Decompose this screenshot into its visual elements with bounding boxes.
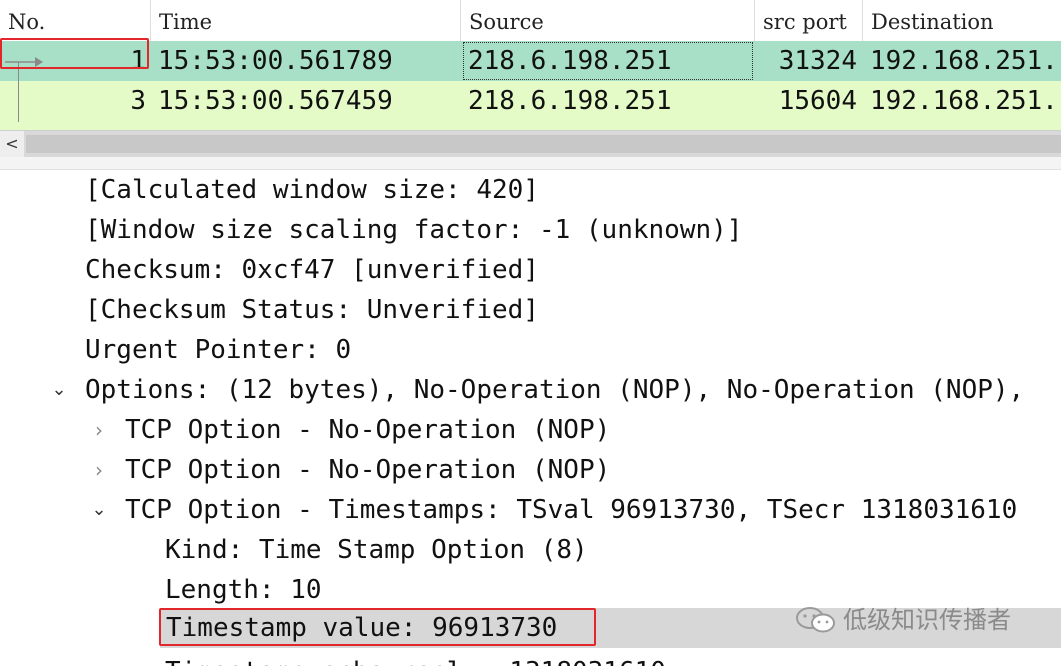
watermark-text: 低级知识传播者 (843, 606, 1011, 634)
packet-list-empty-area (0, 121, 1061, 130)
scrollbar-thumb[interactable] (26, 135, 1061, 153)
pane-splitter[interactable] (0, 157, 1061, 170)
detail-line-kind[interactable]: Kind: Time Stamp Option (8) (0, 530, 1061, 570)
detail-text: [Window size scaling factor: -1 (unknown… (85, 215, 743, 245)
chevron-down-icon[interactable]: ⌄ (49, 370, 69, 410)
detail-text: TCP Option - Timestamps: TSval 96913730,… (125, 495, 1018, 525)
detail-text: TCP Option - No-Operation (NOP) (125, 455, 611, 485)
detail-text: Timestamp echo reply: 1318031610 (165, 657, 666, 666)
detail-text: Checksum: 0xcf47 [unverified] (85, 255, 539, 285)
cell-destination: 192.168.251. (870, 86, 1058, 116)
detail-line-checksum[interactable]: Checksum: 0xcf47 [unverified] (0, 250, 1061, 290)
wechat-logo-icon (796, 607, 835, 633)
detail-line-checksum-status[interactable]: [Checksum Status: Unverified] (0, 290, 1061, 330)
detail-text: TCP Option - No-Operation (NOP) (125, 415, 611, 445)
cell-source: 218.6.198.251 (468, 86, 672, 116)
packet-list-pane: No. Time Source src port Destination 1 1… (0, 0, 1061, 130)
focus-cell-outline (463, 42, 753, 80)
detail-text: Kind: Time Stamp Option (8) (165, 535, 588, 565)
detail-line-timestamp-echo-reply[interactable]: Timestamp echo reply: 1318031610 (165, 652, 666, 666)
chevron-right-icon[interactable]: › (89, 410, 109, 450)
column-header-time[interactable]: Time (151, 0, 461, 41)
highlight-box-packet-number (0, 38, 149, 69)
wireshark-window: No. Time Source src port Destination 1 1… (0, 0, 1061, 666)
column-header-no[interactable]: No. (0, 0, 151, 41)
cell-time: 15:53:00.561789 (158, 46, 393, 76)
detail-line-window-scaling-factor[interactable]: [Window size scaling factor: -1 (unknown… (0, 210, 1061, 250)
detail-line-tcp-option-nop[interactable]: › TCP Option - No-Operation (NOP) (0, 450, 1061, 490)
packet-row[interactable]: 3 15:53:00.567459 218.6.198.251 15604 19… (0, 81, 1061, 121)
scroll-left-arrow-icon[interactable]: < (0, 131, 24, 157)
detail-text: Length: 10 (165, 575, 322, 605)
highlight-box-timestamp-value (159, 608, 596, 646)
detail-line-tcp-option-nop[interactable]: › TCP Option - No-Operation (NOP) (0, 410, 1061, 450)
related-packet-line (18, 62, 19, 122)
detail-text: Urgent Pointer: 0 (85, 335, 352, 365)
packet-row-selected[interactable]: 1 15:53:00.561789 218.6.198.251 31324 19… (0, 41, 1061, 81)
detail-text: Options: (12 bytes), No-Operation (NOP),… (85, 375, 1025, 405)
chevron-down-icon[interactable]: ⌄ (89, 490, 109, 530)
detail-text: [Calculated window size: 420] (85, 175, 539, 205)
cell-time: 15:53:00.567459 (158, 86, 393, 116)
detail-line-calculated-window-size[interactable]: [Calculated window size: 420] (0, 170, 1061, 210)
chevron-right-icon[interactable]: › (89, 450, 109, 490)
cell-src-port: 31324 (778, 46, 857, 76)
cell-no: 3 (130, 86, 146, 116)
packet-list-horizontal-scrollbar[interactable]: < (0, 130, 1061, 157)
detail-line-options[interactable]: ⌄ Options: (12 bytes), No-Operation (NOP… (0, 370, 1061, 410)
detail-line-urgent-pointer[interactable]: Urgent Pointer: 0 (0, 330, 1061, 370)
cell-destination: 192.168.251. (870, 46, 1058, 76)
detail-text: [Checksum Status: Unverified] (85, 295, 539, 325)
cell-src-port: 15604 (778, 86, 857, 116)
wechat-watermark: 低级知识传播者 (795, 600, 1035, 640)
packet-list-header: No. Time Source src port Destination (0, 0, 1061, 42)
column-header-source[interactable]: Source (461, 0, 755, 41)
detail-line-tcp-option-timestamps[interactable]: ⌄ TCP Option - Timestamps: TSval 9691373… (0, 490, 1061, 530)
column-header-src-port[interactable]: src port (755, 0, 863, 41)
column-header-destination[interactable]: Destination (863, 0, 1061, 41)
packet-details-pane: [Calculated window size: 420] [Window si… (0, 170, 1061, 666)
